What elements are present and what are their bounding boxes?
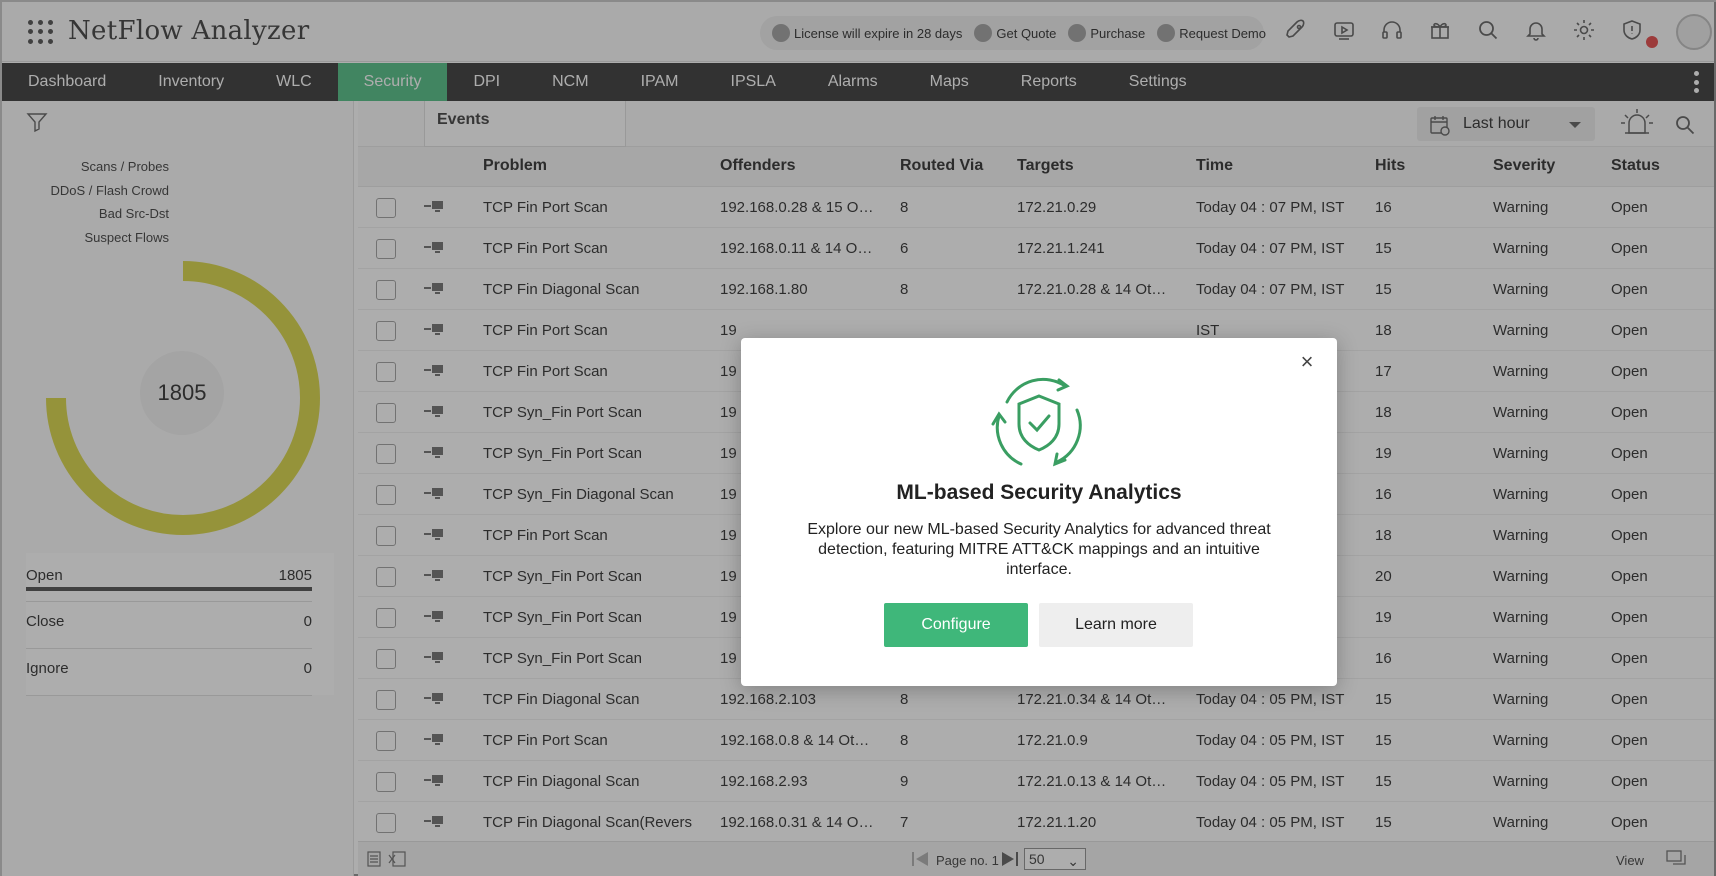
learn-more-button[interactable]: Learn more — [1039, 603, 1193, 647]
close-icon[interactable]: × — [1297, 351, 1317, 373]
modal-description: Explore our new ML-based Security Analyt… — [807, 521, 1271, 578]
modal-title: ML-based Security Analytics — [896, 481, 1182, 504]
shield-refresh-icon — [991, 377, 1082, 467]
ml-security-modal: × ML-based Security Analytics Explore ou… — [741, 338, 1337, 686]
app-window: NetFlow Analyzer License will expire in … — [0, 0, 1716, 876]
configure-button[interactable]: Configure — [884, 603, 1028, 647]
